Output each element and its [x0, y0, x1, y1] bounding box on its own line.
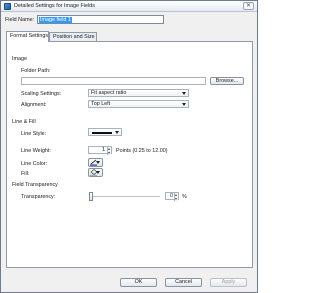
- line-weight-label: Line Weight:: [21, 148, 51, 154]
- folder-path-label: Folder Path:: [21, 68, 51, 74]
- chevron-down-icon: [182, 92, 186, 95]
- transparency-value: 0: [170, 193, 173, 199]
- image-section-heading: Image: [12, 56, 27, 62]
- apply-button[interactable]: Apply: [210, 278, 247, 287]
- alignment-label: Alignment:: [21, 102, 47, 108]
- line-color-label: Line Color:: [21, 161, 48, 167]
- line-weight-input[interactable]: 1: [88, 146, 112, 155]
- tab-format-settings[interactable]: Format Settings: [6, 31, 49, 42]
- cancel-button[interactable]: Cancel: [165, 278, 202, 287]
- alignment-value: Top Left: [91, 101, 111, 107]
- scaling-settings-select[interactable]: Fit aspect ratio: [88, 89, 189, 97]
- slider-thumb[interactable]: [89, 192, 93, 201]
- scaling-settings-value: Fit aspect ratio: [91, 90, 127, 96]
- transparency-label: Transparency:: [21, 194, 56, 200]
- tab-panel: [6, 41, 253, 268]
- close-icon: ✕: [245, 3, 252, 9]
- chevron-down-icon: [115, 131, 119, 134]
- alignment-select[interactable]: Top Left: [88, 100, 189, 108]
- chevron-down-icon: [96, 161, 100, 164]
- dialog-window: Detailed Settings for Image Fields ✕ Fie…: [0, 0, 258, 293]
- transparency-spinner[interactable]: [174, 193, 178, 201]
- line-style-label: Line Style:: [21, 131, 47, 137]
- transparency-input[interactable]: 0: [165, 192, 179, 201]
- field-name-value: Image field 1: [39, 17, 72, 23]
- chevron-down-icon: [96, 171, 100, 174]
- field-name-input[interactable]: Image field 1: [37, 15, 164, 24]
- line-weight-hint: Points (0.25 to 12.00): [116, 148, 168, 154]
- transparency-section-heading: Field Transparency: [12, 182, 58, 188]
- dialog-app-icon: [4, 3, 11, 10]
- transparency-unit: %: [182, 194, 187, 200]
- line-color-button[interactable]: [88, 158, 103, 167]
- line-style-preview: [92, 132, 112, 134]
- ok-button[interactable]: OK: [120, 278, 157, 287]
- title-bar[interactable]: Detailed Settings for Image Fields ✕: [1, 1, 257, 12]
- fill-label: Fill:: [21, 171, 30, 177]
- close-button[interactable]: ✕: [243, 2, 254, 10]
- line-fill-section-heading: Line & Fill: [12, 119, 36, 125]
- field-name-label: Field Name:: [5, 17, 35, 23]
- tab-position-and-size[interactable]: Position and Size: [49, 32, 97, 41]
- scaling-settings-label: Scaling Settings:: [21, 91, 62, 97]
- window-title: Detailed Settings for Image Fields: [14, 3, 95, 9]
- line-weight-spinner[interactable]: [107, 147, 111, 155]
- fill-color-button[interactable]: [88, 168, 103, 177]
- browse-button[interactable]: Browse...: [210, 77, 244, 85]
- folder-path-input[interactable]: [21, 77, 206, 85]
- chevron-down-icon: [182, 103, 186, 106]
- line-style-select[interactable]: [88, 128, 122, 136]
- line-weight-value: 1: [102, 147, 105, 153]
- slider-track[interactable]: [90, 196, 160, 197]
